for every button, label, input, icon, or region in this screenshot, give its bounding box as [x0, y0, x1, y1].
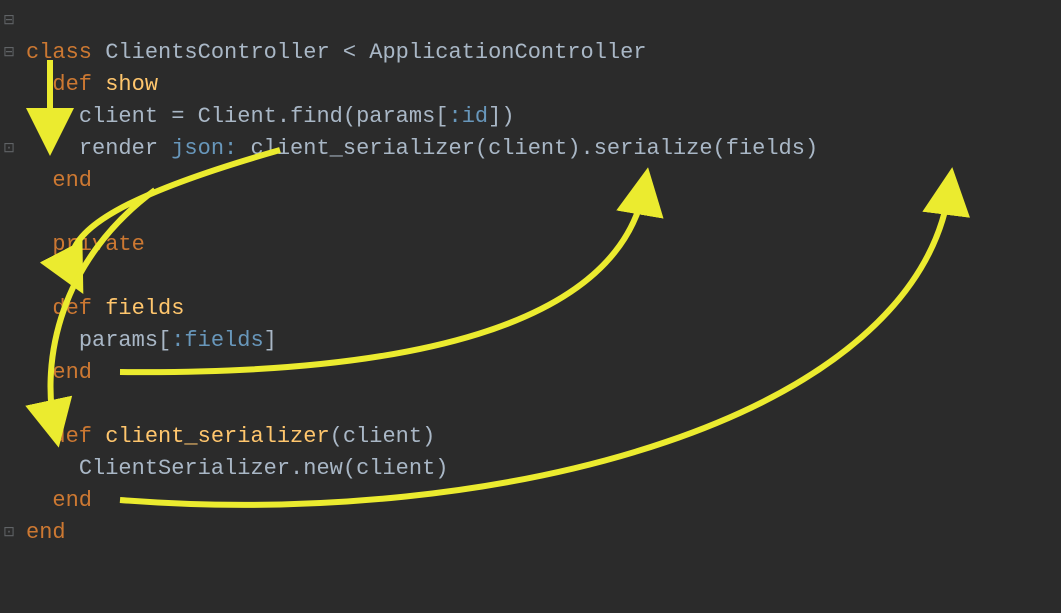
- fold-marker: [0, 357, 18, 389]
- argument: fields: [726, 136, 805, 161]
- fold-marker: [0, 293, 18, 325]
- fold-marker: [0, 421, 18, 453]
- code-line: private: [26, 229, 818, 261]
- method-name: fields: [105, 296, 184, 321]
- code-line: end: [26, 357, 818, 389]
- fold-marker: [0, 261, 18, 293]
- fold-marker: [0, 389, 18, 421]
- keyword-def: def: [52, 424, 92, 449]
- keyword-def: def: [52, 296, 92, 321]
- code-editor: ⊟ ⊟ ⊡ ⊡ class ClientsController < Applic…: [0, 0, 1061, 581]
- fold-marker: [0, 101, 18, 133]
- fold-marker: [0, 165, 18, 197]
- fold-marker: [0, 453, 18, 485]
- code-line: class ClientsController < ApplicationCon…: [26, 37, 818, 69]
- keyword-end: end: [52, 360, 92, 385]
- operator-lt: <: [343, 40, 356, 65]
- fold-marker: [0, 229, 18, 261]
- fold-marker: [0, 69, 18, 101]
- code-line: end: [26, 517, 818, 549]
- method-call: new: [303, 456, 343, 481]
- code-area[interactable]: class ClientsController < ApplicationCon…: [18, 0, 818, 581]
- fold-marker: [0, 325, 18, 357]
- fold-marker: [0, 485, 18, 517]
- method-name: client_serializer: [105, 424, 329, 449]
- constant: ClientSerializer: [79, 456, 290, 481]
- class-name: ClientsController: [105, 40, 329, 65]
- code-line: [26, 389, 818, 421]
- symbol: :fields: [171, 328, 263, 353]
- code-line: ClientSerializer.new(client): [26, 453, 818, 485]
- method-call: find: [290, 104, 343, 129]
- code-line: [26, 197, 818, 229]
- method-call: client_serializer: [250, 136, 474, 161]
- code-line: [26, 261, 818, 293]
- keyword-end: end: [26, 520, 66, 545]
- code-line: def client_serializer(client): [26, 421, 818, 453]
- symbol: :id: [449, 104, 489, 129]
- label: json:: [171, 136, 237, 161]
- constant: Client: [198, 104, 277, 129]
- keyword-class: class: [26, 40, 92, 65]
- fold-marker: [0, 197, 18, 229]
- fold-marker[interactable]: ⊡: [0, 133, 18, 165]
- code-line: def show: [26, 69, 818, 101]
- code-line: params[:fields]: [26, 325, 818, 357]
- code-line: end: [26, 485, 818, 517]
- fold-marker[interactable]: ⊟: [0, 5, 18, 37]
- keyword-end: end: [52, 488, 92, 513]
- keyword-private: private: [52, 232, 144, 257]
- code-line: def fields: [26, 293, 818, 325]
- code-line: render json: client_serializer(client).s…: [26, 133, 818, 165]
- fold-marker[interactable]: ⊡: [0, 517, 18, 549]
- code-line: client = Client.find(params[:id]): [26, 101, 818, 133]
- parent-class: ApplicationController: [369, 40, 646, 65]
- gutter: ⊟ ⊟ ⊡ ⊡: [0, 0, 18, 581]
- method-call: serialize: [594, 136, 713, 161]
- method-name: show: [105, 72, 158, 97]
- keyword-def: def: [52, 72, 92, 97]
- fold-marker[interactable]: ⊟: [0, 37, 18, 69]
- code-line: end: [26, 165, 818, 197]
- variable: client: [79, 104, 158, 129]
- keyword-end: end: [52, 168, 92, 193]
- method-call: render: [79, 136, 158, 161]
